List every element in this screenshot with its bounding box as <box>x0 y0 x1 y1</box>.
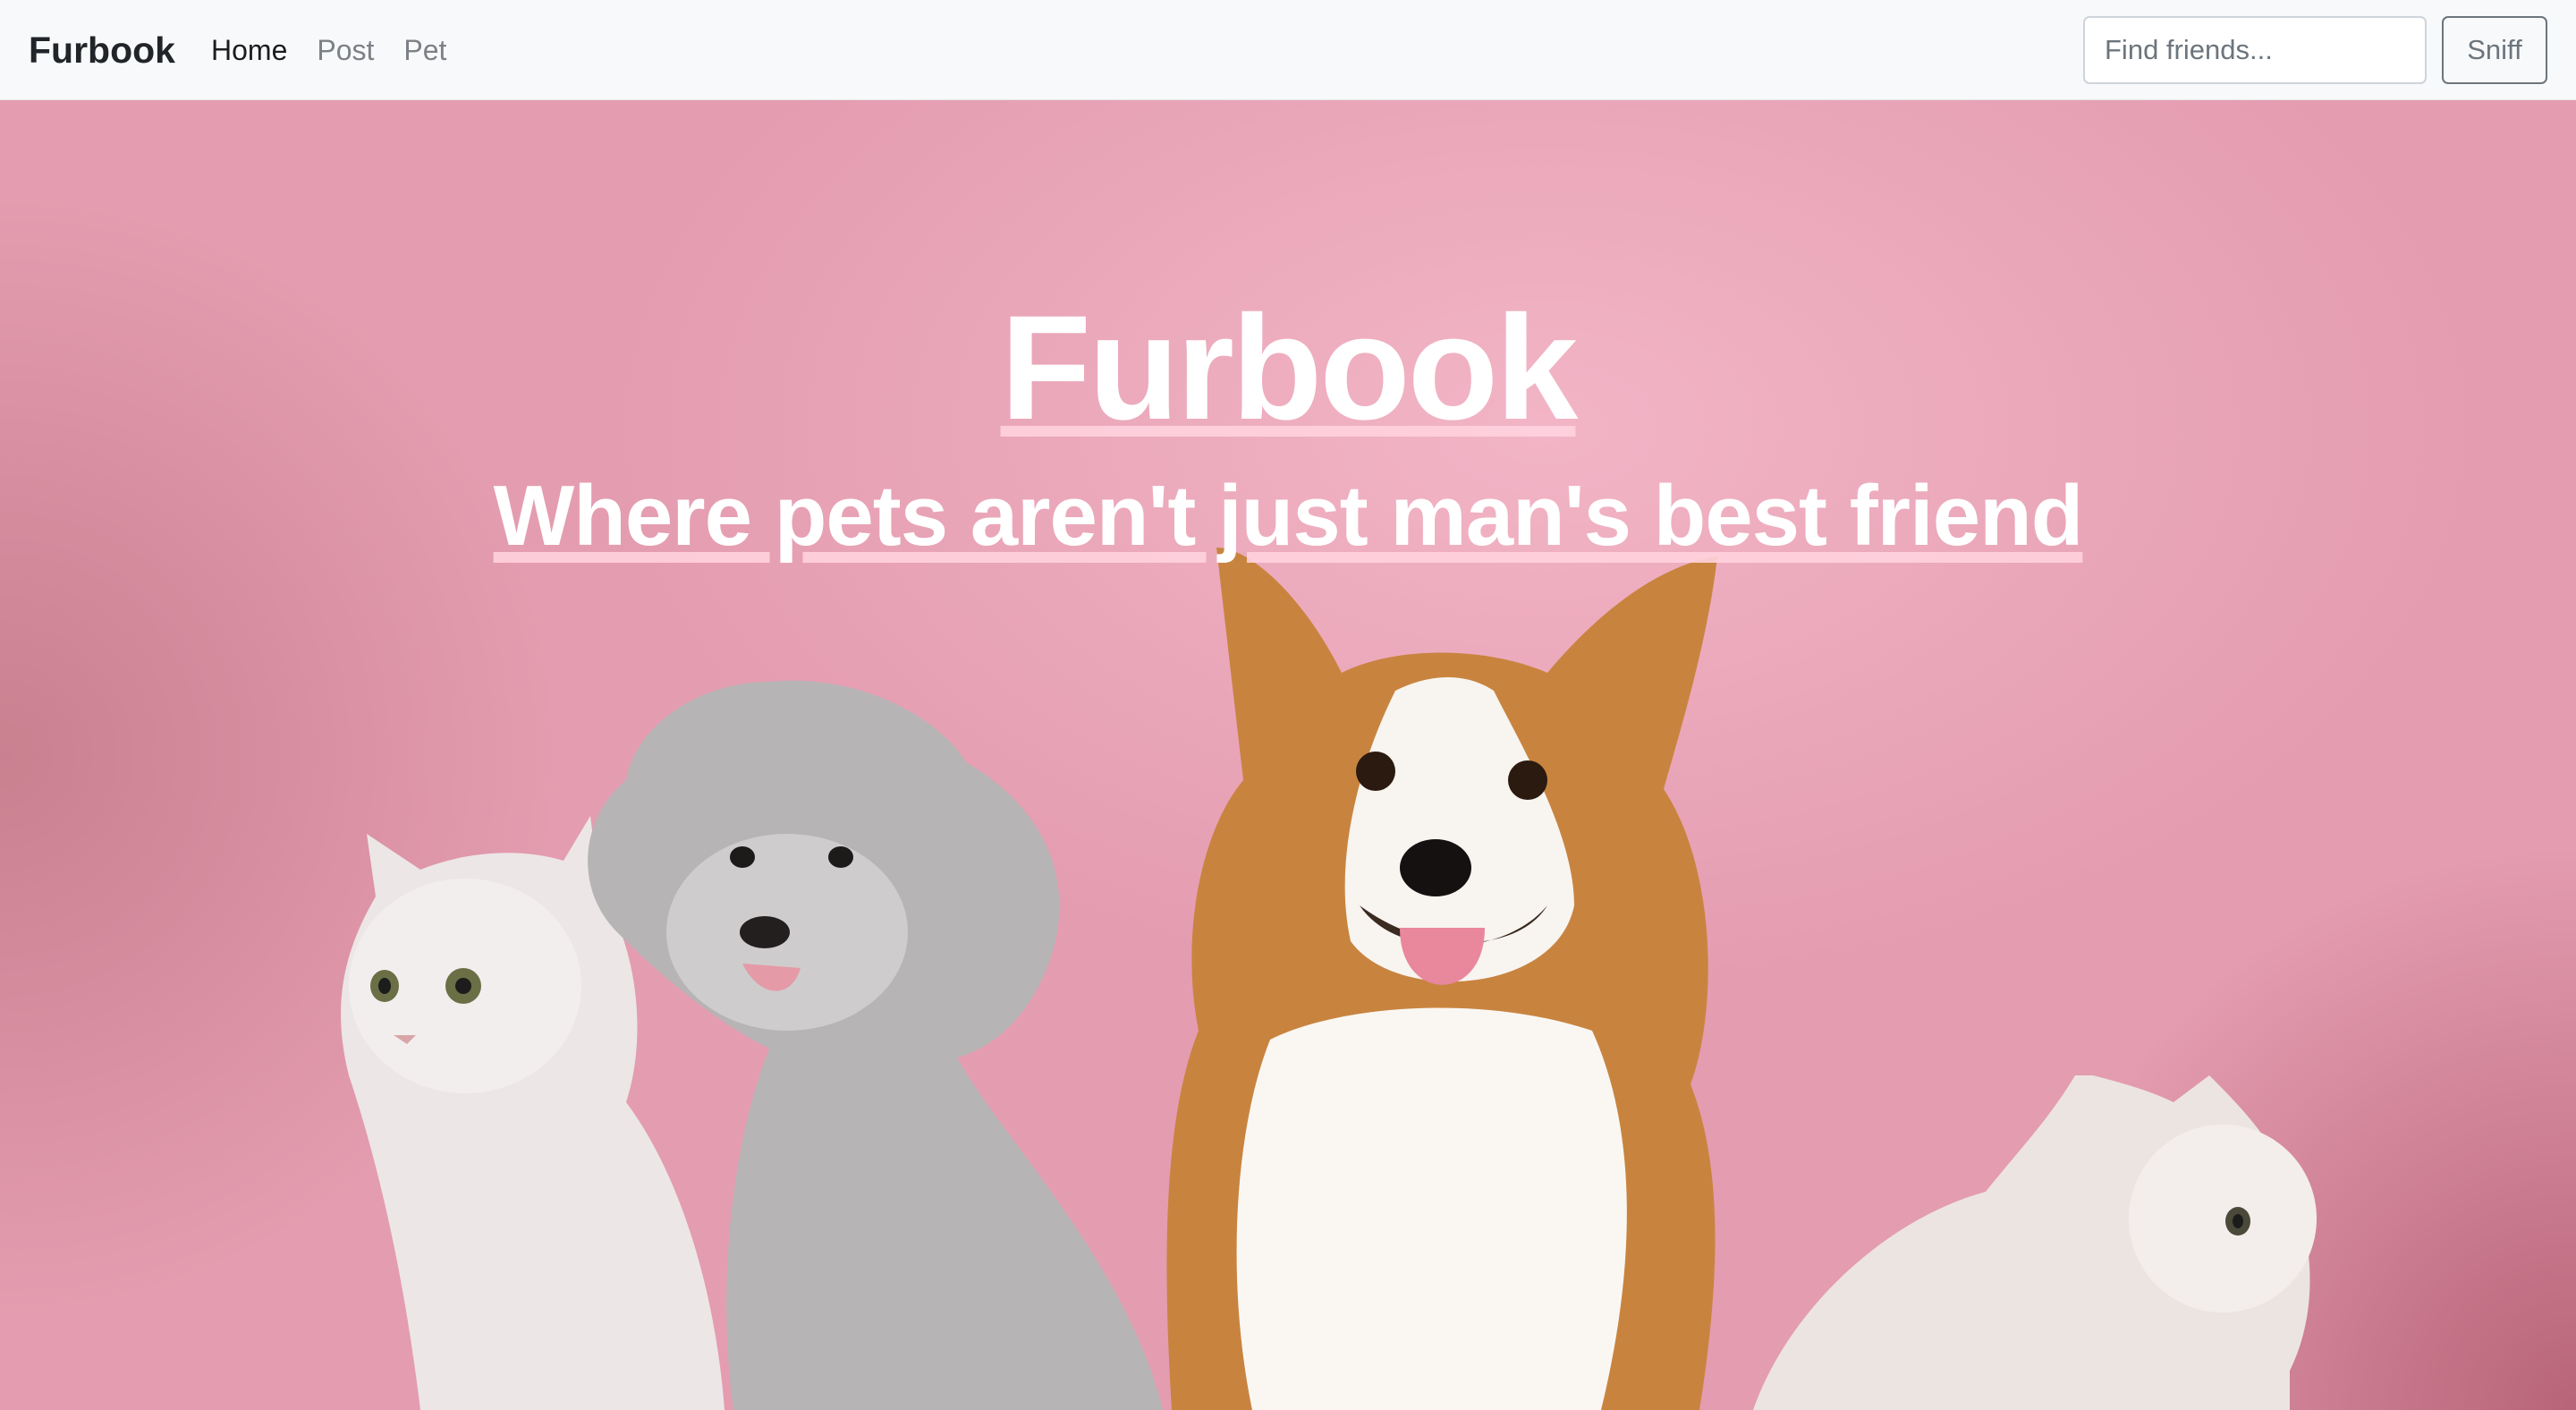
top-navbar: Furbook Home Post Pet Sniff <box>0 0 2576 100</box>
nav-link-post[interactable]: Post <box>317 25 374 75</box>
corgi-illustration <box>1166 548 1717 1410</box>
sniff-button[interactable]: Sniff <box>2442 16 2547 84</box>
hero-title: Furbook <box>1000 285 1579 451</box>
find-friends-input[interactable] <box>2083 16 2427 84</box>
right-cat-illustration <box>1753 1075 2317 1410</box>
nav-links: Home Post Pet <box>211 25 476 75</box>
nav-link-home[interactable]: Home <box>211 25 287 75</box>
brand-link[interactable]: Furbook <box>29 25 175 75</box>
hero-banner: Furbook Where pets aren't just man's bes… <box>0 100 2576 1410</box>
nav-link-pet[interactable]: Pet <box>403 25 446 75</box>
hero-subtitle: Where pets aren't just man's best friend <box>493 468 2084 564</box>
